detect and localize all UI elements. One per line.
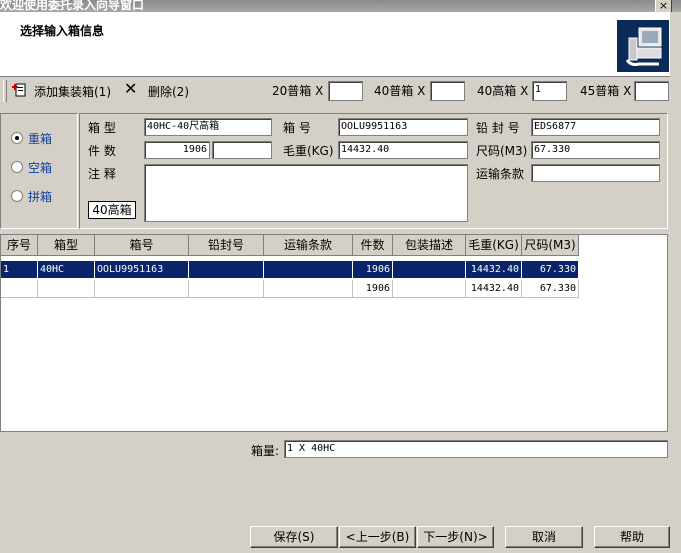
title-bar: 欢迎使用委托录入向导窗口 × — [0, 0, 681, 12]
cell-package-desc — [393, 261, 466, 279]
radio-full-label[interactable]: 重箱 — [28, 130, 52, 147]
col-measure[interactable]: 尺码(M3) — [522, 235, 579, 256]
col-box-type[interactable]: 箱型 — [38, 235, 95, 256]
cell-index — [1, 280, 38, 298]
radio-empty[interactable] — [11, 161, 23, 173]
c20-count-input[interactable] — [328, 81, 363, 101]
transport-terms-field[interactable] — [531, 164, 660, 182]
seal-no-field[interactable]: EDS6877 — [531, 118, 660, 136]
cell-box-type — [38, 280, 95, 298]
col-index[interactable]: 序号 — [1, 235, 38, 256]
measure-label: 尺码(M3) — [476, 144, 528, 158]
col-pieces[interactable]: 件数 — [353, 235, 393, 256]
toolbar: 添加集装箱(1) ✕ 删除(2) 20普箱 X 40普箱 X 40高箱 X 1 … — [0, 77, 670, 105]
col-box-no[interactable]: 箱号 — [95, 235, 189, 256]
radio-lcl-label[interactable]: 拼箱 — [28, 188, 52, 205]
radio-empty-label[interactable]: 空箱 — [28, 159, 52, 176]
cell-index: 1 — [1, 261, 38, 279]
seal-no-label: 铅 封 号 — [476, 121, 520, 135]
box-type-field[interactable]: 40HC-40尺高箱 — [144, 118, 272, 136]
cell-seal-no — [189, 280, 264, 298]
close-button[interactable]: × — [655, 0, 672, 12]
table-header: 序号 箱型 箱号 铅封号 运输条款 件数 包装描述 毛重(KG) 尺码(M3) — [1, 235, 579, 257]
computer-icon — [617, 20, 669, 72]
col-seal-no[interactable]: 铅封号 — [189, 235, 264, 256]
cell-gross-weight: 14432.40 — [466, 280, 522, 298]
container-table[interactable]: 序号 箱型 箱号 铅封号 运输条款 件数 包装描述 毛重(KG) 尺码(M3) … — [0, 234, 668, 432]
box-count-label: 箱量: — [251, 444, 280, 458]
pieces-unit-field[interactable] — [212, 141, 272, 159]
remark-textarea[interactable] — [144, 164, 468, 222]
cell-seal-no — [189, 261, 264, 279]
cell-pieces: 1906 — [353, 261, 393, 279]
c40h-label: 40高箱 X — [477, 84, 529, 98]
add-container-button[interactable]: 添加集装箱(1) — [34, 83, 111, 100]
window-title: 欢迎使用委托录入向导窗口 — [0, 0, 145, 12]
pieces-field[interactable]: 1906 — [144, 141, 210, 159]
table-row[interactable]: 1906 14432.40 67.330 — [1, 280, 579, 298]
page-title: 选择输入箱信息 — [20, 24, 105, 38]
cell-package-desc — [393, 280, 466, 298]
box-no-label: 箱 号 — [283, 121, 311, 135]
cancel-button[interactable]: 取消 — [505, 526, 583, 548]
col-gross-weight[interactable]: 毛重(KG) — [466, 235, 522, 256]
delete-button[interactable]: 删除(2) — [148, 83, 189, 100]
gross-weight-field[interactable]: 14432.40 — [338, 141, 468, 159]
c45-count-input[interactable] — [634, 81, 669, 101]
measure-field[interactable]: 67.330 — [531, 141, 660, 159]
box-count-field[interactable]: 1 X 40HC — [284, 440, 668, 458]
cell-pieces: 1906 — [353, 280, 393, 298]
box-type-label: 箱 型 — [88, 121, 116, 135]
c45-label: 45普箱 X — [580, 84, 632, 98]
c40h-count-input[interactable]: 1 — [532, 81, 567, 101]
box-no-field[interactable]: OOLU9951163 — [338, 118, 468, 136]
cell-measure: 67.330 — [522, 280, 579, 298]
save-button[interactable]: 保存(S) — [250, 526, 338, 548]
c20-label: 20普箱 X — [272, 84, 324, 98]
cell-box-type: 40HC — [38, 261, 95, 279]
col-transport-terms[interactable]: 运输条款 — [264, 235, 353, 256]
cell-box-no: OOLU9951163 — [95, 261, 189, 279]
gross-weight-label: 毛重(KG) — [283, 144, 334, 158]
cell-transport-terms — [264, 261, 353, 279]
delete-icon[interactable]: ✕ — [124, 79, 137, 98]
cell-transport-terms — [264, 280, 353, 298]
cell-gross-weight: 14432.40 — [466, 261, 522, 279]
container-type-tag: 40高箱 — [88, 201, 136, 219]
col-package-desc[interactable]: 包装描述 — [393, 235, 466, 256]
radio-full[interactable] — [11, 132, 23, 144]
table-row[interactable]: 1 40HC OOLU9951163 1906 14432.40 67.330 — [1, 261, 579, 279]
c40-label: 40普箱 X — [374, 84, 426, 98]
pieces-label: 件 数 — [88, 144, 116, 158]
help-button[interactable]: 帮助 — [594, 526, 670, 548]
remark-label: 注 释 — [88, 167, 116, 181]
cell-box-no — [95, 280, 189, 298]
next-step-button[interactable]: 下一步(N)> — [417, 526, 494, 548]
wizard-header: 选择输入箱信息 — [0, 12, 670, 77]
prev-step-button[interactable]: <上一步(B) — [339, 526, 416, 548]
c40-count-input[interactable] — [430, 81, 465, 101]
transport-terms-label: 运输条款 — [476, 167, 525, 181]
add-container-icon[interactable] — [12, 82, 26, 101]
toolbar-grip — [3, 80, 7, 102]
radio-lcl[interactable] — [11, 190, 23, 202]
cell-measure: 67.330 — [522, 261, 579, 279]
